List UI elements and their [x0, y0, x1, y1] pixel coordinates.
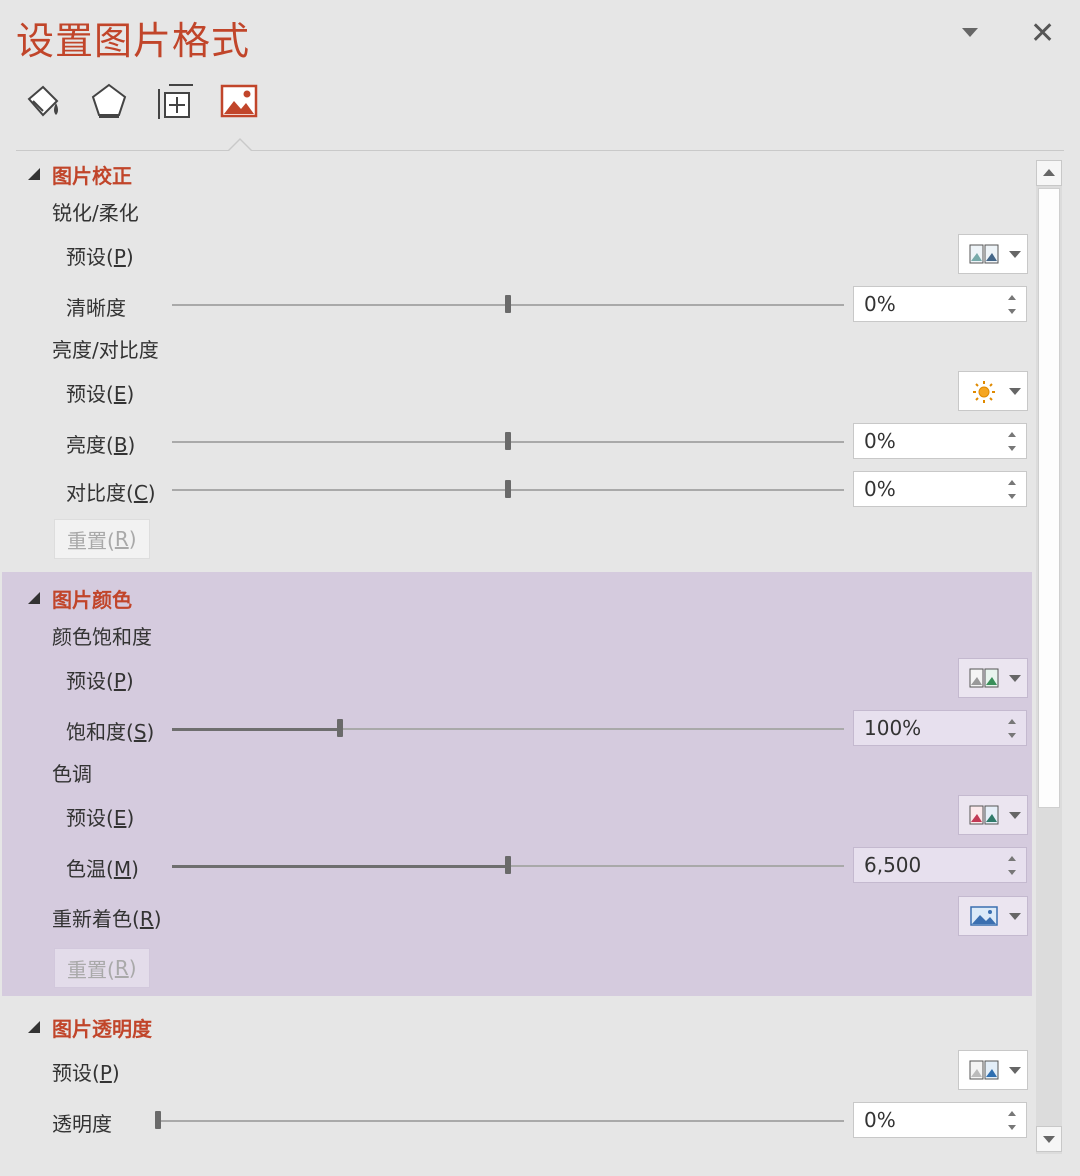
section-title-color[interactable]: 图片颜色: [52, 584, 132, 613]
chevron-down-icon: [1009, 913, 1021, 920]
spin-up-icon[interactable]: [1008, 480, 1016, 485]
sharpen-heading: 锐化/柔化: [52, 201, 139, 225]
transparency-preset-icon: [969, 1060, 999, 1080]
section-title-correction[interactable]: 图片校正: [52, 160, 132, 189]
brightness-label: 亮度(B): [66, 433, 136, 457]
tone-preset-label: 预设(E): [66, 806, 135, 830]
pane-options-dropdown[interactable]: [962, 28, 978, 37]
tab-effects[interactable]: [86, 78, 132, 124]
tab-size-properties[interactable]: [152, 78, 198, 124]
contrast-slider-thumb[interactable]: [505, 480, 511, 498]
collapse-triangle-icon[interactable]: [28, 168, 40, 180]
collapse-triangle-icon[interactable]: [28, 592, 40, 604]
chevron-down-icon: [1009, 675, 1021, 682]
transparency-spinbox[interactable]: 0%: [853, 1102, 1027, 1138]
saturation-heading: 颜色饱和度: [52, 625, 152, 649]
sharpness-slider-thumb[interactable]: [505, 295, 511, 313]
chevron-down-icon: [1009, 251, 1021, 258]
brightness-slider-thumb[interactable]: [505, 432, 511, 450]
chevron-up-icon: [1043, 169, 1055, 176]
tab-divider: [16, 150, 1064, 151]
temperature-slider-fill: [172, 865, 508, 868]
temperature-label: 色温(M): [66, 857, 139, 881]
spin-up-icon[interactable]: [1008, 295, 1016, 300]
transparency-preset-label: 预设(P): [52, 1061, 120, 1085]
spin-down-icon[interactable]: [1008, 733, 1016, 738]
spin-down-icon[interactable]: [1008, 1125, 1016, 1130]
picture-color-section-highlight: [2, 572, 1032, 996]
bc-preset-dropdown[interactable]: [958, 371, 1028, 411]
transparency-preset-dropdown[interactable]: [958, 1050, 1028, 1090]
chevron-down-icon: [1043, 1136, 1055, 1143]
close-icon[interactable]: ✕: [1030, 14, 1055, 54]
sat-preset-label: 预设(P): [66, 669, 134, 693]
transparency-slider-thumb[interactable]: [155, 1111, 161, 1129]
transparency-slider-track[interactable]: [158, 1120, 844, 1122]
tab-picture[interactable]: [216, 78, 262, 124]
saturation-value[interactable]: 100%: [864, 716, 921, 740]
chevron-down-icon: [1009, 812, 1021, 819]
temperature-value[interactable]: 6,500: [864, 853, 921, 877]
sharpness-label: 清晰度: [66, 296, 126, 320]
contrast-label: 对比度(C): [66, 481, 156, 505]
sun-icon: [973, 381, 995, 403]
size-position-icon: [158, 84, 193, 119]
brightness-spinbox[interactable]: 0%: [853, 423, 1027, 459]
spin-up-icon[interactable]: [1008, 432, 1016, 437]
contrast-value[interactable]: 0%: [864, 477, 896, 501]
section-title-transparency[interactable]: 图片透明度: [52, 1013, 152, 1042]
color-reset-button[interactable]: 重置(R): [54, 948, 150, 988]
saturation-preset-icon: [969, 668, 999, 688]
scroll-up-button[interactable]: [1036, 160, 1062, 186]
tone-preset-icon: [969, 805, 999, 825]
recolor-label: 重新着色(R): [52, 907, 162, 931]
sharpness-spinbox[interactable]: 0%: [853, 286, 1027, 322]
recolor-dropdown[interactable]: [958, 896, 1028, 936]
saturation-preset-dropdown[interactable]: [958, 658, 1028, 698]
chevron-down-icon: [1009, 1067, 1021, 1074]
saturation-label: 饱和度(S): [66, 720, 155, 744]
temperature-slider-thumb[interactable]: [505, 856, 511, 874]
sharpen-preset-label: 预设(P): [66, 245, 134, 269]
tone-heading: 色调: [52, 762, 92, 786]
paint-bucket-icon: [27, 85, 59, 117]
pentagon-icon: [91, 83, 127, 118]
brightness-value[interactable]: 0%: [864, 429, 896, 453]
scrollbar-thumb[interactable]: [1038, 188, 1060, 808]
sharpness-value[interactable]: 0%: [864, 292, 896, 316]
sharpen-preset-dropdown[interactable]: [958, 234, 1028, 274]
transparency-value[interactable]: 0%: [864, 1108, 896, 1132]
brightness-contrast-heading: 亮度/对比度: [52, 338, 159, 362]
spin-down-icon[interactable]: [1008, 494, 1016, 499]
spin-down-icon[interactable]: [1008, 446, 1016, 451]
contrast-spinbox[interactable]: 0%: [853, 471, 1027, 507]
spin-up-icon[interactable]: [1008, 1111, 1016, 1116]
scroll-down-button[interactable]: [1036, 1126, 1062, 1152]
sharpen-preset-icon: [969, 244, 999, 264]
tone-preset-dropdown[interactable]: [958, 795, 1028, 835]
collapse-triangle-icon[interactable]: [28, 1021, 40, 1033]
spin-down-icon[interactable]: [1008, 309, 1016, 314]
spin-up-icon[interactable]: [1008, 719, 1016, 724]
recolor-picture-icon: [970, 906, 998, 926]
temperature-spinbox[interactable]: 6,500: [853, 847, 1027, 883]
spin-up-icon[interactable]: [1008, 856, 1016, 861]
bc-preset-label: 预设(E): [66, 382, 135, 406]
correction-reset-button[interactable]: 重置(R): [54, 519, 150, 559]
tab-fill-line[interactable]: [20, 78, 66, 124]
chevron-down-icon: [1009, 388, 1021, 395]
saturation-spinbox[interactable]: 100%: [853, 710, 1027, 746]
picture-icon: [220, 84, 258, 118]
pane-title: 设置图片格式: [16, 19, 251, 63]
saturation-slider-thumb[interactable]: [337, 719, 343, 737]
spin-down-icon[interactable]: [1008, 870, 1016, 875]
transparency-label: 透明度: [52, 1112, 112, 1136]
saturation-slider-fill: [172, 728, 340, 731]
